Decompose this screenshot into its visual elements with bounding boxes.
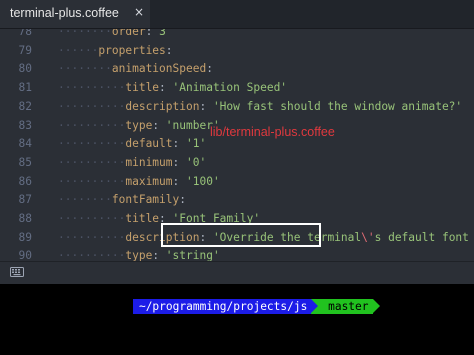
code-line: 85 ··········minimum: '0' (0, 154, 474, 173)
close-icon[interactable]: × (132, 4, 146, 20)
line-number: 87 (18, 193, 32, 207)
code-token: : (165, 43, 173, 57)
annotation-label: lib/terminal-plus.coffee (210, 125, 335, 139)
code-text: ········order: 3 (58, 29, 166, 42)
line-number: 81 (18, 81, 32, 95)
line-number: 79 (18, 43, 32, 57)
code-token: 'string' (165, 249, 220, 261)
code-text: ··········default: '1' (58, 135, 206, 154)
code-text: ··········maximum: '100' (58, 173, 220, 192)
code-token: animationSpeed (111, 62, 207, 76)
code-line: 80 ········animationSpeed: (0, 60, 474, 79)
code-token: : (179, 193, 186, 207)
line-number: 90 (18, 249, 32, 261)
tab-bar: terminal-plus.coffee × (0, 0, 474, 29)
code-line: 79 ······properties: (0, 42, 474, 61)
code-line: 81 ··········title: 'Animation Speed' (0, 79, 474, 98)
line-number: 86 (18, 174, 32, 188)
code-token: order (111, 29, 146, 38)
prompt-git-segment: master (311, 299, 380, 314)
indent-whitespace: ·········· (58, 249, 126, 261)
indent-whitespace: ·········· (58, 81, 126, 95)
code-token: fontFamily (111, 193, 180, 207)
code-token: '100' (186, 174, 220, 188)
code-token: : (172, 137, 186, 151)
code-token: : (199, 99, 213, 113)
indent-whitespace: ·········· (58, 230, 126, 244)
tab-title: terminal-plus.coffee (10, 6, 119, 20)
code-text: ········fontFamily: (58, 191, 186, 210)
line-number: 89 (18, 230, 32, 244)
code-token: : (206, 62, 213, 76)
prompt-path: ~/programming/projects/js (138, 300, 308, 313)
code-text: ··········title: 'Animation Speed' (58, 79, 287, 98)
code-line: 87 ········fontFamily: (0, 191, 474, 210)
code-token: : (152, 249, 166, 261)
prompt-path-segment: ~/programming/projects/js (132, 299, 319, 314)
code-text: ··········type: 'string' (58, 247, 220, 261)
tab-terminal-plus-coffee[interactable]: terminal-plus.coffee × (0, 0, 150, 28)
line-number: 85 (18, 155, 32, 169)
code-token: 'Animation Speed' (172, 81, 288, 95)
line-number: 83 (18, 118, 32, 132)
indent-whitespace: ······ (58, 43, 99, 57)
code-text: ········animationSpeed: (58, 60, 213, 79)
panel-status-bar (0, 261, 474, 284)
powerline-separator-icon (372, 299, 380, 313)
code-token: title (125, 81, 160, 95)
code-token: s default font family. **You mu (374, 230, 469, 244)
indent-whitespace: ·········· (58, 212, 126, 225)
code-token: : (145, 29, 160, 38)
code-token: '0' (186, 155, 207, 169)
highlight-box (161, 223, 321, 247)
git-branch-name: master (328, 300, 369, 313)
code-token: minimum (125, 155, 173, 169)
indent-whitespace: ·········· (58, 155, 126, 169)
code-text: ··········description: 'How fast should … (58, 98, 462, 117)
indent-whitespace: ·········· (58, 137, 126, 151)
line-number: 80 (18, 62, 32, 76)
code-line: 78 ········order: 3 (0, 29, 474, 42)
code-token: \' (361, 230, 375, 244)
line-number: 78 (18, 29, 32, 38)
code-text: ··········type: 'number' (58, 117, 220, 136)
indent-whitespace: ·········· (58, 174, 126, 188)
indent-whitespace: ········ (58, 29, 112, 38)
code-token: '1' (186, 137, 207, 151)
indent-whitespace: ·········· (58, 118, 126, 132)
line-number: 88 (18, 212, 32, 225)
indent-whitespace: ·········· (58, 99, 126, 113)
indent-whitespace: ········ (58, 193, 112, 207)
code-text: ··········minimum: '0' (58, 154, 206, 173)
indent-whitespace: ········ (58, 62, 112, 76)
code-token: : (159, 81, 173, 95)
line-number: 82 (18, 99, 32, 113)
code-token: properties (98, 43, 166, 57)
code-token: : (152, 118, 166, 132)
code-token: title (125, 212, 160, 225)
code-token: description (125, 99, 200, 113)
shell-prompt: ~/programming/projects/js master (106, 284, 380, 314)
code-token: default (125, 137, 173, 151)
code-token: : (172, 174, 186, 188)
code-text: ······properties: (58, 42, 173, 61)
powerline-separator-icon (311, 299, 319, 313)
code-token: : (172, 155, 186, 169)
code-token: 3 (159, 29, 166, 38)
code-token: maximum (125, 174, 173, 188)
code-token: type (125, 118, 153, 132)
code-line: 86 ··········maximum: '100' (0, 173, 474, 192)
line-number: 84 (18, 137, 32, 151)
code-line: 90 ··········type: 'string' (0, 247, 474, 261)
code-token: 'How fast should the window animate?' (212, 99, 463, 113)
keyboard-icon[interactable] (10, 267, 24, 277)
code-line: 82 ··········description: 'How fast shoul… (0, 98, 474, 117)
terminal-panel[interactable]: ~/programming/projects/js master (0, 284, 474, 355)
code-token: type (125, 249, 153, 261)
